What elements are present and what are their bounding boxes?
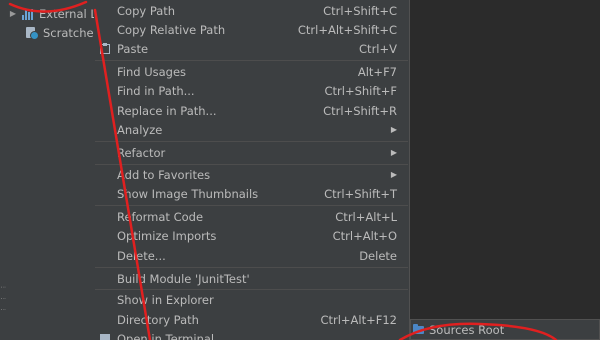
scratches-icon: [26, 26, 39, 40]
menu-item-shortcut: Ctrl+Alt+F12: [320, 313, 397, 327]
menu-item-shortcut: Ctrl+Shift+F: [324, 84, 398, 98]
menu-item-optimize-imports[interactable]: Optimize Imports Ctrl+Alt+O: [94, 226, 409, 246]
menu-item-shortcut: Alt+F7: [357, 65, 397, 79]
menu-item-analyze[interactable]: Analyze ▶: [94, 120, 409, 140]
menu-item-label: Open in Terminal: [117, 332, 215, 340]
tree-item-external-libraries[interactable]: ▶ External L: [8, 5, 97, 23]
tree-item-label: External L: [39, 7, 97, 21]
menu-item-show-image-thumbnails[interactable]: Show Image Thumbnails Ctrl+Shift+T: [94, 184, 409, 204]
menu-item-delete[interactable]: Delete... Delete: [94, 246, 409, 266]
menu-item-refactor[interactable]: Refactor ▶: [94, 143, 409, 163]
menu-item-label: Add to Favorites: [117, 168, 211, 182]
menu-item-label: Show Image Thumbnails: [117, 187, 259, 201]
paste-icon: [100, 43, 110, 54]
menu-item-reformat-code[interactable]: Reformat Code Ctrl+Alt+L: [94, 207, 409, 227]
menu-item-label: Build Module 'JunitTest': [117, 272, 250, 286]
menu-item-label: Optimize Imports: [117, 229, 217, 243]
menu-item-replace-in-path[interactable]: Replace in Path... Ctrl+Shift+R: [94, 101, 409, 121]
menu-item-label: Replace in Path...: [117, 104, 217, 118]
menu-separator: [95, 141, 408, 142]
menu-item-label: Show in Explorer: [117, 293, 214, 307]
tree-item-label: Scratches: [43, 26, 100, 40]
menu-item-find-in-path[interactable]: Find in Path... Ctrl+Shift+F: [94, 81, 409, 101]
project-panel: ▶ External L Scratches ⋮ ⋮ ⋮: [0, 0, 100, 340]
menu-item-label: Directory Path: [117, 313, 199, 327]
menu-item-shortcut: Ctrl+Shift+R: [323, 104, 397, 118]
menu-item-label: Find in Path...: [117, 84, 195, 98]
menu-item-directory-path[interactable]: Directory Path Ctrl+Alt+F12: [94, 310, 409, 330]
menu-item-label: Delete...: [117, 249, 166, 263]
menu-item-paste[interactable]: Paste Ctrl+V: [94, 39, 409, 59]
side-tool-strip: ⋮ ⋮ ⋮: [0, 282, 6, 313]
menu-item-label: Analyze: [117, 123, 163, 137]
menu-item-add-to-favorites[interactable]: Add to Favorites ▶: [94, 165, 409, 185]
menu-item-shortcut: Ctrl+Alt+O: [332, 229, 397, 243]
menu-item-shortcut: Ctrl+Alt+L: [335, 210, 397, 224]
menu-separator: [95, 60, 408, 61]
menu-separator: [95, 205, 408, 206]
submenu-arrow-icon: ▶: [390, 170, 397, 179]
menu-item-show-in-explorer[interactable]: Show in Explorer: [94, 290, 409, 310]
terminal-icon: [100, 334, 110, 340]
menu-item-copy-relative-path[interactable]: Copy Relative Path Ctrl+Alt+Shift+C: [94, 20, 409, 40]
expand-arrow-icon[interactable]: ▶: [8, 5, 18, 23]
context-menu: Copy Path Ctrl+Shift+C Copy Relative Pat…: [94, 0, 410, 340]
menu-item-shortcut: Ctrl+V: [359, 42, 397, 56]
submenu-arrow-icon: ▶: [390, 148, 397, 157]
menu-item-label: Refactor: [117, 146, 166, 160]
mark-directory-submenu: Sources Root: [410, 319, 600, 340]
menu-item-find-usages[interactable]: Find Usages Alt+F7: [94, 62, 409, 82]
menu-item-label: Copy Path: [117, 4, 176, 18]
menu-item-shortcut: Ctrl+Shift+T: [324, 187, 397, 201]
submenu-item-sources-root[interactable]: Sources Root: [411, 320, 504, 340]
menu-item-shortcut: Delete: [359, 249, 397, 263]
submenu-arrow-icon: ▶: [390, 125, 397, 134]
menu-item-build-module[interactable]: Build Module 'JunitTest': [94, 269, 409, 289]
tree-item-scratches[interactable]: Scratches: [26, 24, 100, 42]
menu-item-shortcut: Ctrl+Alt+Shift+C: [297, 23, 397, 37]
menu-item-shortcut: Ctrl+Shift+C: [323, 4, 397, 18]
menu-separator: [95, 267, 408, 268]
library-bars-icon: [22, 8, 35, 20]
menu-item-open-in-terminal[interactable]: Open in Terminal: [94, 329, 409, 340]
submenu-item-label: Sources Root: [429, 323, 505, 337]
menu-item-label: Paste: [117, 42, 149, 56]
menu-item-label: Reformat Code: [117, 210, 204, 224]
sources-root-folder-icon: [413, 324, 424, 334]
menu-item-copy-path[interactable]: Copy Path Ctrl+Shift+C: [94, 1, 409, 21]
menu-item-label: Copy Relative Path: [117, 23, 226, 37]
menu-item-label: Find Usages: [117, 65, 187, 79]
